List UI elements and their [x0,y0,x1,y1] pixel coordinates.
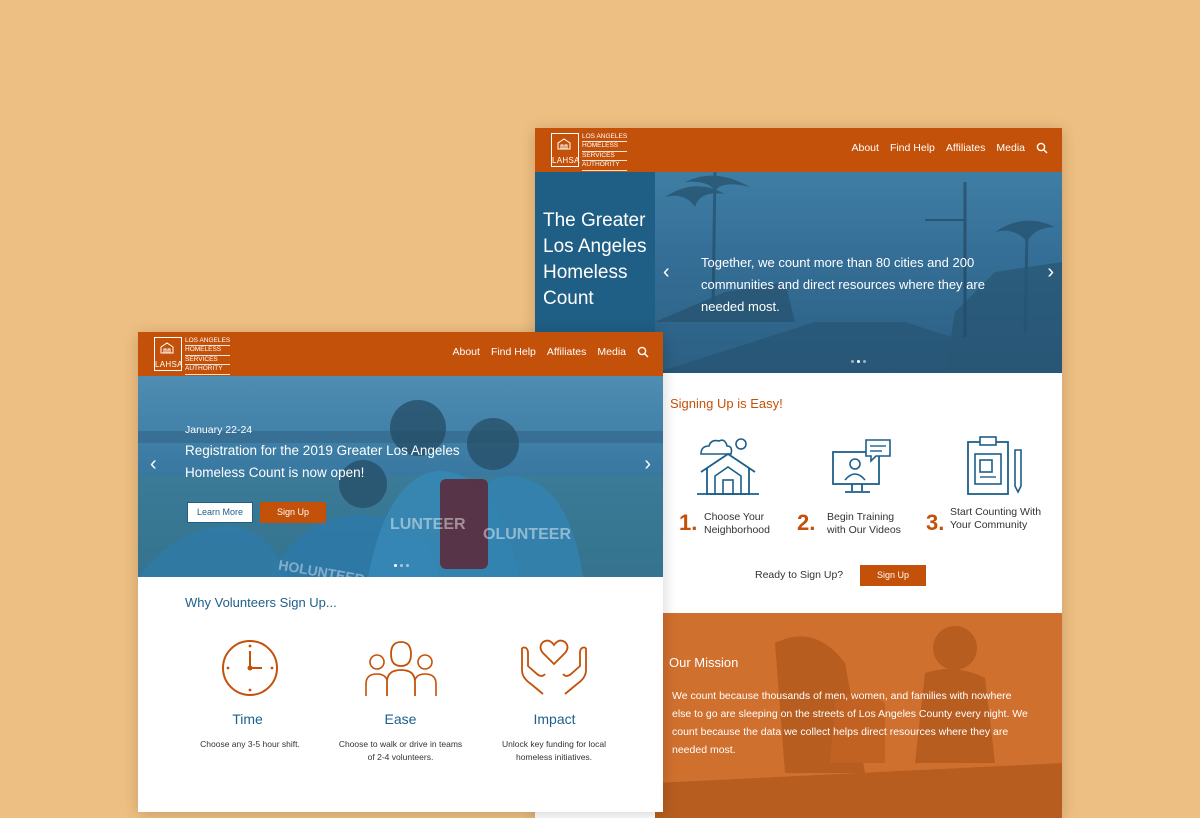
learn-more-button[interactable]: Learn More [187,502,253,523]
reason-desc-ease: Choose to walk or drive in teams of 2-4 … [338,739,463,762]
signup-heading: Signing Up is Easy! [670,396,783,411]
logo-abbr: LAHSA [155,360,183,369]
step-number-2: 2. [797,510,816,535]
site-header: LAHSA LOS ANGELES HOMELESS SERVICES AUTH… [138,332,663,376]
slider-prev-arrow-icon[interactable]: ‹ [150,454,157,474]
site-header: LAHSA LOS ANGELES HOMELESS SERVICES AUTH… [535,128,1062,172]
shirt-text-3: OLUNTEER [483,526,571,543]
logo-wordmark: LOS ANGELES HOMELESS SERVICES AUTHORITY [582,133,628,171]
search-icon[interactable] [637,346,649,358]
why-heading: Why Volunteers Sign Up... [185,595,337,610]
clock-icon [222,640,278,696]
nav-media[interactable]: Media [597,346,626,358]
main-nav: About Find Help Affiliates Media [851,142,1048,154]
ready-text: Ready to Sign Up? [755,569,844,581]
reason-title-time: Time [232,711,263,727]
mission-heading: Our Mission [669,655,739,670]
mission-text: We count because thousands of men, women… [672,690,1028,756]
logo-abbr: LAHSA [552,156,580,165]
step-number-1: 1. [679,510,698,535]
reason-title-impact: Impact [533,711,576,727]
slider-dots[interactable] [851,360,866,363]
nav-affiliates[interactable]: Affiliates [547,346,587,358]
logo-wordmark: LOS ANGELES HOMELESS SERVICES AUTHORITY [185,337,231,375]
hero-date: January 22-24 [185,424,253,436]
step-label-1: Choose Your Neighborhood [704,511,770,536]
nav-about[interactable]: About [851,142,878,154]
slider-dots[interactable] [394,564,409,567]
signup-button[interactable]: Sign Up [860,565,926,586]
slider-prev-arrow-icon[interactable]: ‹ [663,262,670,282]
search-icon[interactable] [1036,142,1048,154]
nav-about[interactable]: About [452,346,479,358]
hero-slider: LUNTEER HOLUNTEER OLUNTEER January 22-24… [138,376,663,577]
heart-hands-icon [521,639,587,695]
slider-next-arrow-icon[interactable]: › [1047,262,1054,282]
slider-next-arrow-icon[interactable]: › [644,454,651,474]
reason-desc-time: Choose any 3-5 hour shift. [200,739,300,749]
nav-affiliates[interactable]: Affiliates [946,142,986,154]
hero-title: Registration for the 2019 Greater Los An… [185,443,460,480]
main-nav: About Find Help Affiliates Media [452,346,649,358]
nav-find-help[interactable]: Find Help [491,346,536,358]
building-logo-icon [557,138,571,150]
left-page-mockup: LAHSA LOS ANGELES HOMELESS SERVICES AUTH… [138,332,663,812]
nav-media[interactable]: Media [996,142,1025,154]
step-number-3: 3. [926,510,945,535]
nav-find-help[interactable]: Find Help [890,142,935,154]
house-icon [697,438,759,495]
sign-up-button[interactable]: Sign Up [260,502,326,523]
hero-title: The Greater Los Angeles Homeless Count [543,210,647,309]
reason-desc-impact: Unlock key funding for local homeless in… [502,739,606,762]
hero-image-slider: Together, we count more than 80 cities a… [655,172,1062,373]
step-label-3: Start Counting With Your Community [950,506,1042,531]
shirt-text-1: LUNTEER [390,516,466,533]
building-logo-icon [160,342,174,354]
reason-title-ease: Ease [384,711,417,727]
hero-text: Together, we count more than 80 cities a… [701,255,985,314]
step-label-2: Begin Training with Our Videos [827,511,901,536]
clipboard-icon [967,436,1022,495]
video-training-icon [832,439,891,493]
people-group-icon [365,641,437,696]
